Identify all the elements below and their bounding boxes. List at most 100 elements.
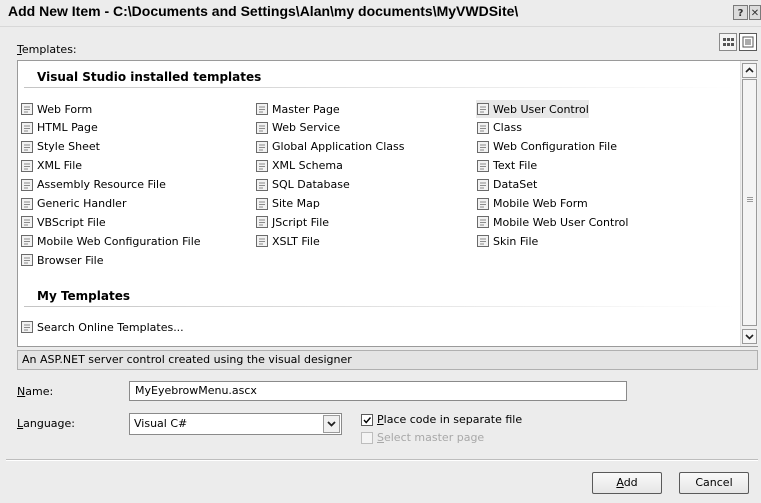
template-item-xml-file[interactable]: XML File: [20, 157, 82, 175]
template-item-browser-file[interactable]: Browser File: [20, 251, 103, 269]
mobile-web-user-control-template-icon: [476, 215, 490, 229]
template-item-label: XML File: [37, 159, 83, 173]
my-templates-header: My Templates: [37, 289, 130, 303]
thumb-grip: [747, 199, 753, 200]
thumb-grip: [747, 201, 753, 202]
template-item-search-online-templates[interactable]: Search Online Templates...: [20, 318, 184, 336]
master-page-template-icon: [255, 102, 269, 116]
template-item-label: Master Page: [272, 102, 340, 116]
template-item-label: JScript File: [272, 215, 330, 229]
template-item-label: Browser File: [37, 253, 104, 267]
template-item-style-sheet[interactable]: Style Sheet: [20, 138, 100, 156]
template-item-class[interactable]: Class: [476, 119, 522, 137]
template-item-web-service[interactable]: Web Service: [255, 119, 340, 137]
large-icons-icon: [723, 38, 734, 46]
template-item-dataset[interactable]: DataSet: [476, 176, 537, 194]
vertical-scrollbar[interactable]: [740, 61, 758, 346]
template-item-vbscript-file[interactable]: VBScript File: [20, 213, 106, 231]
language-select[interactable]: Visual C#: [129, 413, 342, 435]
template-item-label: Skin File: [493, 234, 539, 248]
template-item-label: Search Online Templates...: [37, 320, 184, 334]
large-icons-view-button[interactable]: [719, 33, 737, 51]
chevron-down-icon: [327, 421, 336, 427]
chevron-up-icon: [745, 67, 754, 73]
help-button[interactable]: ?: [733, 5, 748, 20]
template-item-sql-database[interactable]: SQL Database: [255, 176, 350, 194]
web-form-template-icon: [20, 102, 34, 116]
browser-file-template-icon: [20, 253, 34, 267]
web-configuration-file-template-icon: [476, 140, 490, 154]
template-item-label: Web Configuration File: [493, 140, 617, 154]
assembly-resource-file-template-icon: [20, 178, 34, 192]
template-item-label: Mobile Web Configuration File: [37, 234, 201, 248]
template-item-label: Class: [493, 121, 522, 135]
name-input[interactable]: MyEyebrowMenu.ascx: [129, 381, 627, 401]
templates-list[interactable]: Visual Studio installed templates Web Fo…: [17, 60, 758, 347]
template-item-label: Generic Handler: [37, 197, 127, 210]
footer-divider-highlight: [6, 460, 758, 461]
template-item-label: Web Form: [37, 102, 93, 116]
template-description: An ASP.NET server control created using …: [17, 350, 758, 370]
template-item-global-application-class[interactable]: Global Application Class: [255, 138, 404, 156]
dataset-template-icon: [476, 178, 490, 192]
template-item-mobile-web-user-control[interactable]: Mobile Web User Control: [476, 213, 628, 231]
xslt-file-template-icon: [255, 234, 269, 248]
template-item-xml-schema[interactable]: XML Schema: [255, 157, 343, 175]
template-item-mobile-web-configuration-file[interactable]: Mobile Web Configuration File: [20, 232, 201, 250]
template-item-label: Web Service: [272, 121, 341, 135]
master-page-checkbox[interactable]: [361, 432, 373, 444]
cancel-button[interactable]: Cancel: [679, 472, 749, 494]
sql-database-template-icon: [255, 178, 269, 192]
scroll-down-button[interactable]: [742, 329, 757, 344]
template-item-label: Assembly Resource File: [37, 178, 166, 192]
text-file-template-icon: [476, 159, 490, 173]
search-online-templates-template-icon: [20, 320, 34, 334]
template-item-xslt-file[interactable]: XSLT File: [255, 232, 320, 250]
template-item-site-map[interactable]: Site Map: [255, 195, 320, 213]
dialog-title: Add New Item - C:\Documents and Settings…: [8, 3, 519, 19]
scrollbar-thumb[interactable]: [742, 79, 757, 326]
language-dropdown-button[interactable]: [323, 415, 340, 433]
name-label: Name:: [17, 385, 54, 398]
templates-label: Templates:: [17, 43, 77, 56]
template-item-assembly-resource-file[interactable]: Assembly Resource File: [20, 176, 166, 194]
template-item-web-configuration-file[interactable]: Web Configuration File: [476, 138, 617, 156]
template-item-text-file[interactable]: Text File: [476, 157, 537, 175]
scroll-up-button[interactable]: [742, 63, 757, 78]
style-sheet-template-icon: [20, 140, 34, 154]
title-bar: Add New Item - C:\Documents and Settings…: [0, 0, 761, 27]
template-item-html-page[interactable]: HTML Page: [20, 119, 98, 137]
site-map-template-icon: [255, 197, 269, 211]
template-item-label: VBScript File: [37, 215, 106, 229]
xml-file-template-icon: [20, 159, 34, 173]
template-item-web-user-control[interactable]: Web User Control: [476, 100, 589, 118]
template-item-label: XSLT File: [272, 234, 320, 248]
xml-schema-template-icon: [255, 159, 269, 173]
template-item-master-page[interactable]: Master Page: [255, 100, 340, 118]
templates-label-rest: emplates:: [21, 43, 77, 56]
add-new-item-dialog: Add New Item - C:\Documents and Settings…: [0, 0, 761, 503]
installed-header-divider: [24, 87, 736, 88]
place-code-label[interactable]: Place code in separate file: [377, 413, 522, 426]
template-item-label: Mobile Web User Control: [493, 215, 629, 229]
close-button[interactable]: ✕: [749, 5, 761, 20]
mobile-web-form-template-icon: [476, 197, 490, 211]
small-icons-view-button[interactable]: [739, 33, 757, 51]
template-item-generic-handler[interactable]: Generic Handler: [20, 195, 126, 213]
template-item-label: Site Map: [272, 197, 320, 210]
add-button[interactable]: Add: [592, 472, 662, 494]
global-application-class-template-icon: [255, 140, 269, 154]
skin-file-template-icon: [476, 234, 490, 248]
template-item-skin-file[interactable]: Skin File: [476, 232, 538, 250]
template-item-label: HTML Page: [37, 121, 98, 135]
checkmark-icon: [363, 417, 372, 424]
template-item-mobile-web-form[interactable]: Mobile Web Form: [476, 195, 588, 213]
master-page-label: Select master page: [377, 431, 485, 444]
template-item-label: Mobile Web Form: [493, 197, 588, 210]
templates-list-content: Visual Studio installed templates Web Fo…: [18, 61, 740, 346]
place-code-checkbox[interactable]: [361, 414, 373, 426]
template-item-web-form[interactable]: Web Form: [20, 100, 92, 118]
template-item-jscript-file[interactable]: JScript File: [255, 213, 329, 231]
vbscript-file-template-icon: [20, 215, 34, 229]
template-item-label: DataSet: [493, 178, 538, 192]
